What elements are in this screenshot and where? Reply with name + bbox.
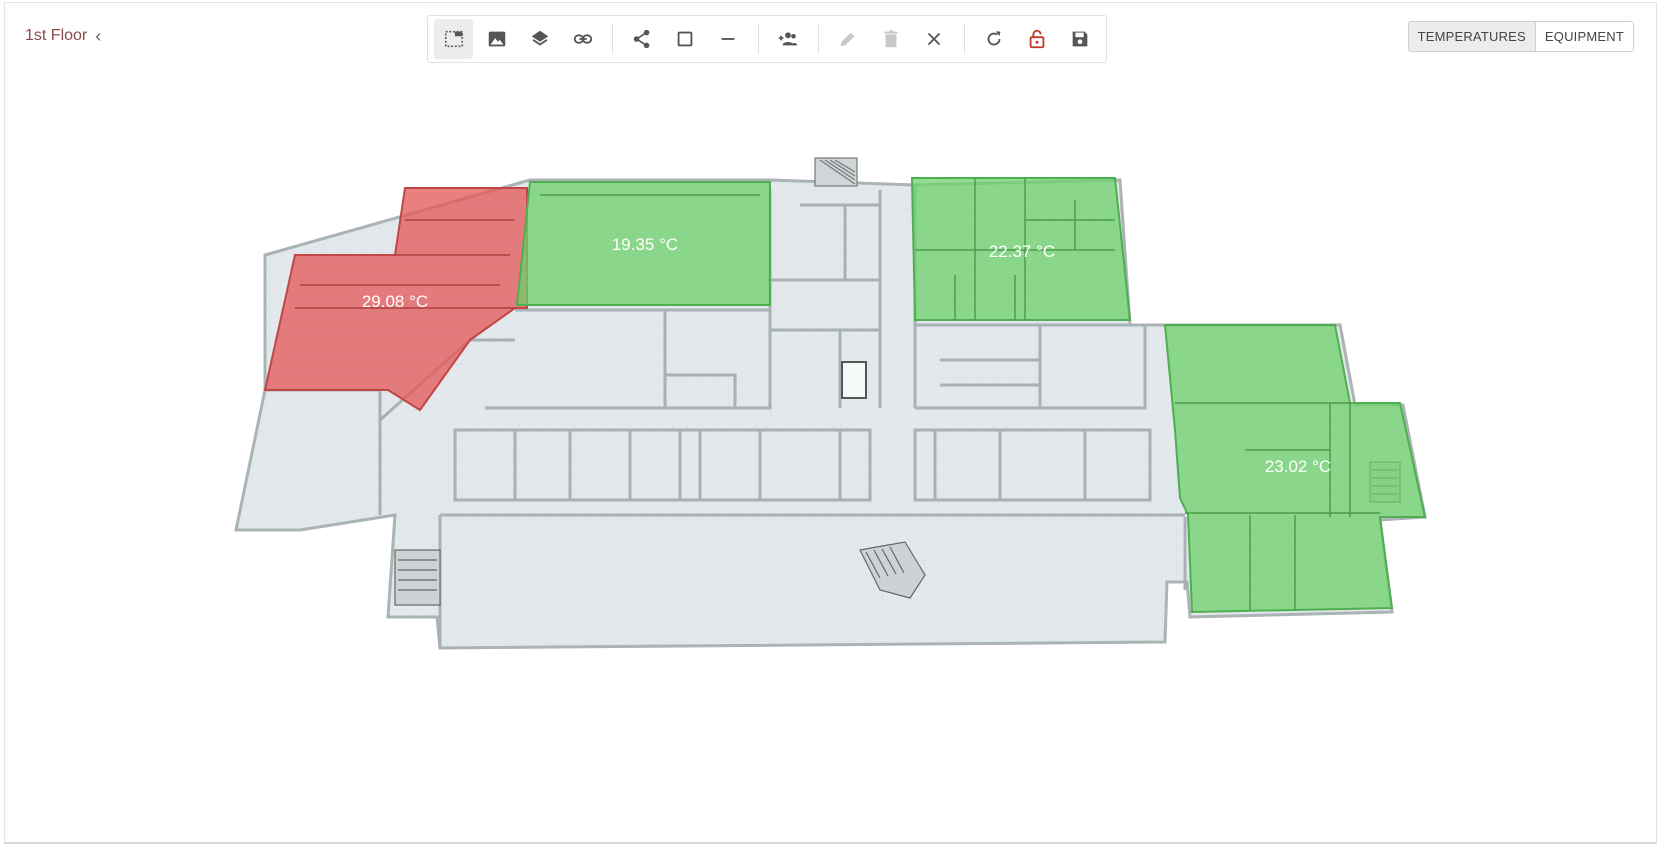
staircase-top (814, 157, 858, 187)
zone-temperature-label: 19.35 °C (612, 235, 678, 254)
floor-plan-map: 29.08 °C 19.35 °C 22.37 °C 23.02 °C (234, 157, 1427, 650)
zone-temperature-label: 23.02 °C (1265, 457, 1331, 476)
staircase-left (394, 549, 441, 606)
zone-temperature-label: 22.37 °C (989, 242, 1055, 261)
elevator (841, 361, 867, 399)
zone-temperature-label: 29.08 °C (362, 292, 428, 311)
zone-22-37[interactable]: 22.37 °C (910, 177, 1132, 321)
zone-23-02[interactable]: 23.02 °C (1163, 324, 1427, 614)
zone-19-35[interactable]: 19.35 °C (515, 181, 771, 306)
